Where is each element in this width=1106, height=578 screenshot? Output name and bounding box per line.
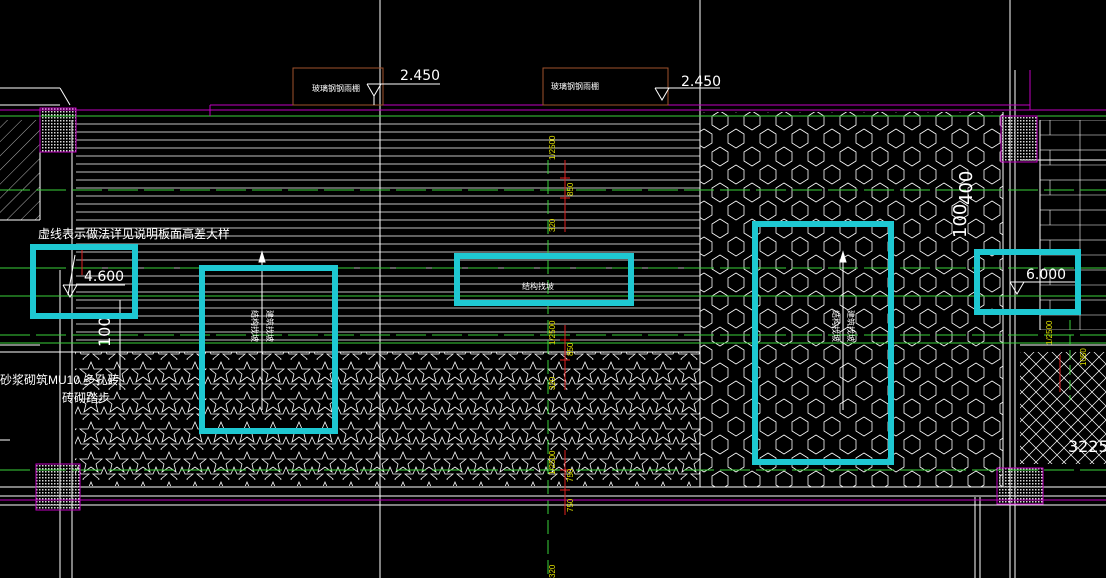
- dim-h: 750: [566, 468, 575, 482]
- dim-g: 850: [566, 182, 575, 196]
- center-box-label: 结构找坡: [522, 281, 554, 291]
- star-pattern-region: [75, 352, 700, 486]
- dim-d3: 400: [956, 171, 977, 205]
- column-top-left: [39, 107, 77, 153]
- column-top-right: [1000, 115, 1038, 163]
- level-canopy-left: 2.450: [400, 68, 440, 84]
- column-bottom-right: [996, 467, 1044, 505]
- canopy-label-right: 玻璃钢钢雨棚: [551, 81, 599, 91]
- left-box-vertical-label-a: 结构找坡: [250, 310, 260, 342]
- left-box-vertical-label-b: 建筑找坡: [265, 310, 275, 342]
- dim-f: 320: [548, 218, 557, 232]
- right-brick-region: [1040, 120, 1106, 330]
- dim-d: 1/2500: [1045, 320, 1054, 345]
- level-right-box: 6.000: [1026, 267, 1066, 283]
- dim-d2: 100: [950, 204, 971, 238]
- cad-drawing-canvas: 2.450 2.450 4.600 6.000 玻璃钢钢雨棚 玻璃钢钢雨棚 虚线…: [0, 0, 1106, 578]
- dim-j: 1050: [1079, 348, 1088, 366]
- right-box-vertical-label-a: 结构找坡: [831, 310, 841, 342]
- hatch-regions: [0, 112, 1106, 487]
- dim-e: 320: [548, 564, 557, 578]
- dim-k: 320: [548, 376, 557, 390]
- level-left-box: 4.600: [84, 269, 124, 285]
- left-diagonal-hatch: [0, 120, 40, 220]
- dim-i: 750: [566, 498, 575, 512]
- canopy-label-left: 玻璃钢钢雨棚: [312, 83, 360, 93]
- step-note: 砖砌踏步: [62, 390, 110, 405]
- level-canopy-right: 2.450: [681, 74, 721, 90]
- dashed-line-note: 虚线表示做法详见说明板面高差大样: [38, 226, 230, 241]
- dim-b: 1/2500: [548, 320, 557, 345]
- dim-d4: 3225: [1068, 437, 1106, 456]
- column-bottom-left: [35, 463, 81, 511]
- dim-c: 1/2500: [548, 450, 557, 475]
- dim-d1: 100: [95, 316, 114, 347]
- dim-l: 850: [566, 342, 575, 356]
- dim-a: 1/2500: [548, 135, 557, 160]
- right-box-vertical-label-b: 建筑找坡: [846, 310, 856, 342]
- wall-note: 砂浆砌筑MU10 多孔砖: [0, 372, 119, 387]
- hex-pattern-region: [700, 112, 1003, 487]
